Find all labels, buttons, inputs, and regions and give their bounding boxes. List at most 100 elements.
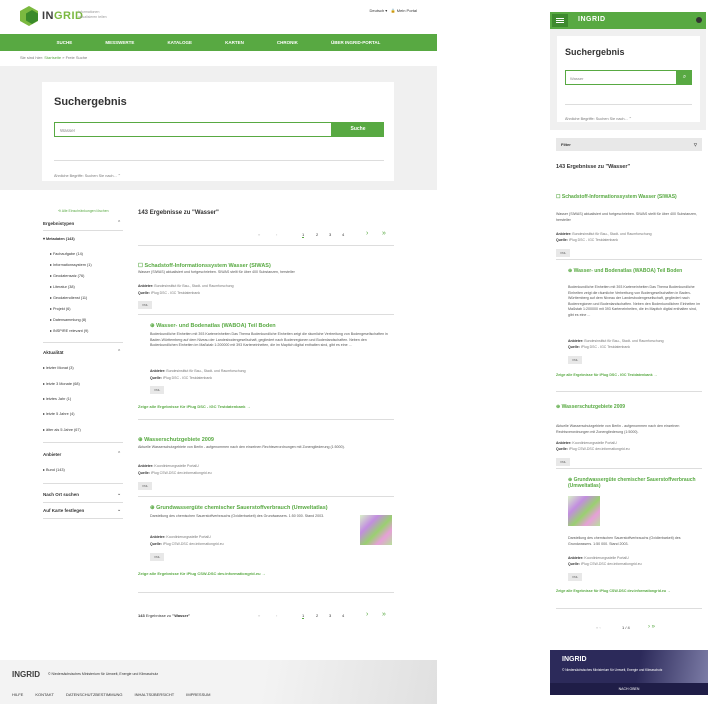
last-page-icon[interactable]: » xyxy=(382,611,386,618)
mobile-result-title[interactable]: ☐ Schadstoff-Informationssystem Wasser (… xyxy=(556,194,677,200)
xml-tag[interactable]: XML xyxy=(556,249,571,257)
prev-page-icon[interactable]: ‹ xyxy=(276,232,277,237)
result-title[interactable]: ⊕ Wasserschutzgebiete 2009 xyxy=(138,437,214,443)
mobile-result-thumbnail[interactable] xyxy=(568,496,600,526)
user-icon[interactable] xyxy=(696,17,702,23)
chevron-up-icon[interactable]: ⌃ xyxy=(117,220,121,226)
mobile-result-title[interactable]: ⊕ Wasserschutzgebiete 2009 xyxy=(556,404,625,410)
mobile-search-input[interactable]: Wasser xyxy=(565,70,677,85)
mobile-show-all-link[interactable]: Zeige alle Ergebnisse für iPlug CSW-DSC … xyxy=(556,589,671,593)
facet-heading[interactable]: Nach Ort suchen xyxy=(43,492,79,497)
facet-heading[interactable]: Ergebnistypen xyxy=(43,221,74,226)
mobile-brand[interactable]: INGRID xyxy=(578,16,606,23)
chevron-down-icon[interactable]: ⌄ xyxy=(117,507,121,513)
prev-page-icon[interactable]: « ‹ xyxy=(596,625,601,630)
page-link[interactable]: 4 xyxy=(342,613,344,618)
facet-item[interactable]: ▸ Fachaufgabe (14) xyxy=(50,251,83,256)
similar-terms-toggle[interactable]: Ähnliche Begriffe: Suchen Sie nach... ⌃ xyxy=(54,173,121,178)
footer-link[interactable]: KONTAKT xyxy=(35,692,54,697)
footer-links: HILFE KONTAKT DATENSCHUTZBESTIMMUNG INHA… xyxy=(12,692,210,697)
facet-item[interactable]: ▸ letzte 3 Monate (68) xyxy=(43,381,80,386)
page-link[interactable]: 3 xyxy=(329,232,331,237)
search-input[interactable]: Wasser xyxy=(54,122,332,137)
mobile-similar-terms[interactable]: Ähnliche Begriffe: Suchen Sie nach... ⌃ xyxy=(565,116,632,121)
chevron-down-icon[interactable]: ⌄ xyxy=(117,491,121,497)
search-icon[interactable]: ⌕ xyxy=(677,70,692,85)
page-link[interactable]: 1 xyxy=(302,613,305,619)
result-source: Quelle: iPlug CSW-DSC dev.informationgri… xyxy=(150,542,224,546)
mobile-show-all-link[interactable]: Zeige alle Ergebnisse für iPlug DSC - IG… xyxy=(556,373,657,377)
next-page-icon[interactable]: › xyxy=(366,230,368,237)
footer-link[interactable]: DATENSCHUTZBESTIMMUNG xyxy=(66,692,123,697)
search-button[interactable]: Suche xyxy=(332,122,384,137)
facet-item[interactable]: ▸ letzte 5 Jahre (4) xyxy=(43,411,74,416)
back-to-top-button[interactable]: NACH OBEN xyxy=(550,683,708,695)
first-page-icon[interactable]: « xyxy=(258,613,260,618)
facet-item[interactable]: ▸ Informationssystem (1) xyxy=(50,262,92,267)
xml-tag[interactable]: XML xyxy=(556,458,571,466)
footer-link[interactable]: IMPRESSUM xyxy=(186,692,210,697)
portal-link[interactable]: Mein Portal xyxy=(397,8,417,13)
chevron-up-icon[interactable]: ⌃ xyxy=(117,349,121,355)
footer-link[interactable]: HILFE xyxy=(12,692,23,697)
nav-item[interactable]: MESSWERTE xyxy=(105,40,134,45)
facet-item[interactable]: ▸ INSPIRE relevant (9) xyxy=(50,328,88,333)
footer-link[interactable]: INHALTSÜBERSICHT xyxy=(135,692,175,697)
next-page-icon[interactable]: › » xyxy=(648,624,655,630)
page-link[interactable]: 4 xyxy=(342,232,344,237)
facet-item[interactable]: ▸ letzter Monat (3) xyxy=(43,365,74,370)
prev-page-icon[interactable]: ‹ xyxy=(276,613,277,618)
facet-item[interactable]: ▸ Datensammlung (8) xyxy=(50,317,86,322)
nav-item[interactable]: SUCHE xyxy=(57,40,73,45)
xml-tag[interactable]: XML xyxy=(568,573,583,581)
reset-filters-link[interactable]: ⟲ Alle Einschränkungen löschen xyxy=(58,209,109,213)
facet-item[interactable]: ▸ älter als 5 Jahre (67) xyxy=(43,427,81,432)
facet-item[interactable]: ▸ letztes Jahr (1) xyxy=(43,396,71,401)
mobile-result-title[interactable]: ⊕ Wasser- und Bodenatlas (WABOA) Teil Bo… xyxy=(568,268,682,274)
xml-tag[interactable]: XML xyxy=(150,553,165,561)
page-link[interactable]: 3 xyxy=(329,613,331,618)
brand-tagline: Informationen visualisieren teilen xyxy=(78,10,107,19)
facet-metadata[interactable]: ▾ Metadaten (143) xyxy=(43,236,75,241)
xml-tag[interactable]: XML xyxy=(150,386,165,394)
first-page-icon[interactable]: « xyxy=(258,232,260,237)
xml-tag[interactable]: XML xyxy=(568,356,583,364)
mobile-result-description: Aktuelle Wasserschutzgebiete von Berlin … xyxy=(556,424,680,434)
facet-item[interactable]: ▸ Geodatendienst (11) xyxy=(50,295,87,300)
xml-tag[interactable]: XML xyxy=(138,482,153,490)
xml-tag[interactable]: XML xyxy=(138,301,153,309)
show-all-link[interactable]: Zeige alle Ergebnisse für iPlug DSC - IG… xyxy=(138,404,251,409)
nav-item[interactable]: KARTEN xyxy=(225,40,244,45)
facet-item[interactable]: ▸ Projekt (6) xyxy=(50,306,70,311)
result-title[interactable]: ⊕ Wasser- und Bodenatlas (WABOA) Teil Bo… xyxy=(150,323,276,329)
nav-item[interactable]: KATALOGE xyxy=(167,40,192,45)
facet-item[interactable]: ▸ Geodatensatz (76) xyxy=(50,273,84,278)
result-thumbnail[interactable] xyxy=(360,515,392,545)
page-link[interactable]: 1 xyxy=(302,232,305,238)
nav-item[interactable]: CHRONIK xyxy=(277,40,298,45)
footer xyxy=(0,660,437,704)
facet-item[interactable]: ▸ Literatur (38) xyxy=(50,284,75,289)
mobile-footer-logo[interactable]: INGRID xyxy=(562,656,587,663)
result-title[interactable]: ☐ Schadstoff-Informationssystem Wasser (… xyxy=(138,263,271,269)
filter-toggle[interactable]: Filter ▽ xyxy=(556,138,702,151)
page-link[interactable]: 2 xyxy=(316,232,318,237)
page-link[interactable]: 2 xyxy=(316,613,318,618)
show-all-link[interactable]: Zeige alle Ergebnisse für iPlug CSW-DSC … xyxy=(138,571,266,576)
facet-heading[interactable]: Aktualität xyxy=(43,350,64,355)
mobile-result-title[interactable]: ⊕ Grundwassergüte chemischer Sauerstoffv… xyxy=(568,477,702,489)
facet-heading[interactable]: Auf Karte festlegen xyxy=(43,508,84,513)
results-count: 143 Ergebnisse zu "Wasser" xyxy=(138,210,219,216)
breadcrumb-home[interactable]: Startseite xyxy=(44,55,61,60)
nav-item[interactable]: ÜBER INGRID-PORTAL xyxy=(331,40,380,45)
result-provider: Anbieter: Bundesinstitut für Bau-, Stadt… xyxy=(138,284,234,288)
language-select[interactable]: Deutsch xyxy=(370,8,385,13)
footer-logo[interactable]: INGRID xyxy=(12,670,40,679)
facet-item[interactable]: ▸ Bund (143) xyxy=(43,467,65,472)
next-page-icon[interactable]: › xyxy=(366,611,368,618)
last-page-icon[interactable]: » xyxy=(382,230,386,237)
menu-icon[interactable] xyxy=(552,14,568,27)
chevron-up-icon[interactable]: ⌃ xyxy=(117,451,121,457)
result-title[interactable]: ⊕ Grundwassergüte chemischer Sauerstoffv… xyxy=(150,505,328,511)
facet-heading[interactable]: Anbieter xyxy=(43,452,61,457)
